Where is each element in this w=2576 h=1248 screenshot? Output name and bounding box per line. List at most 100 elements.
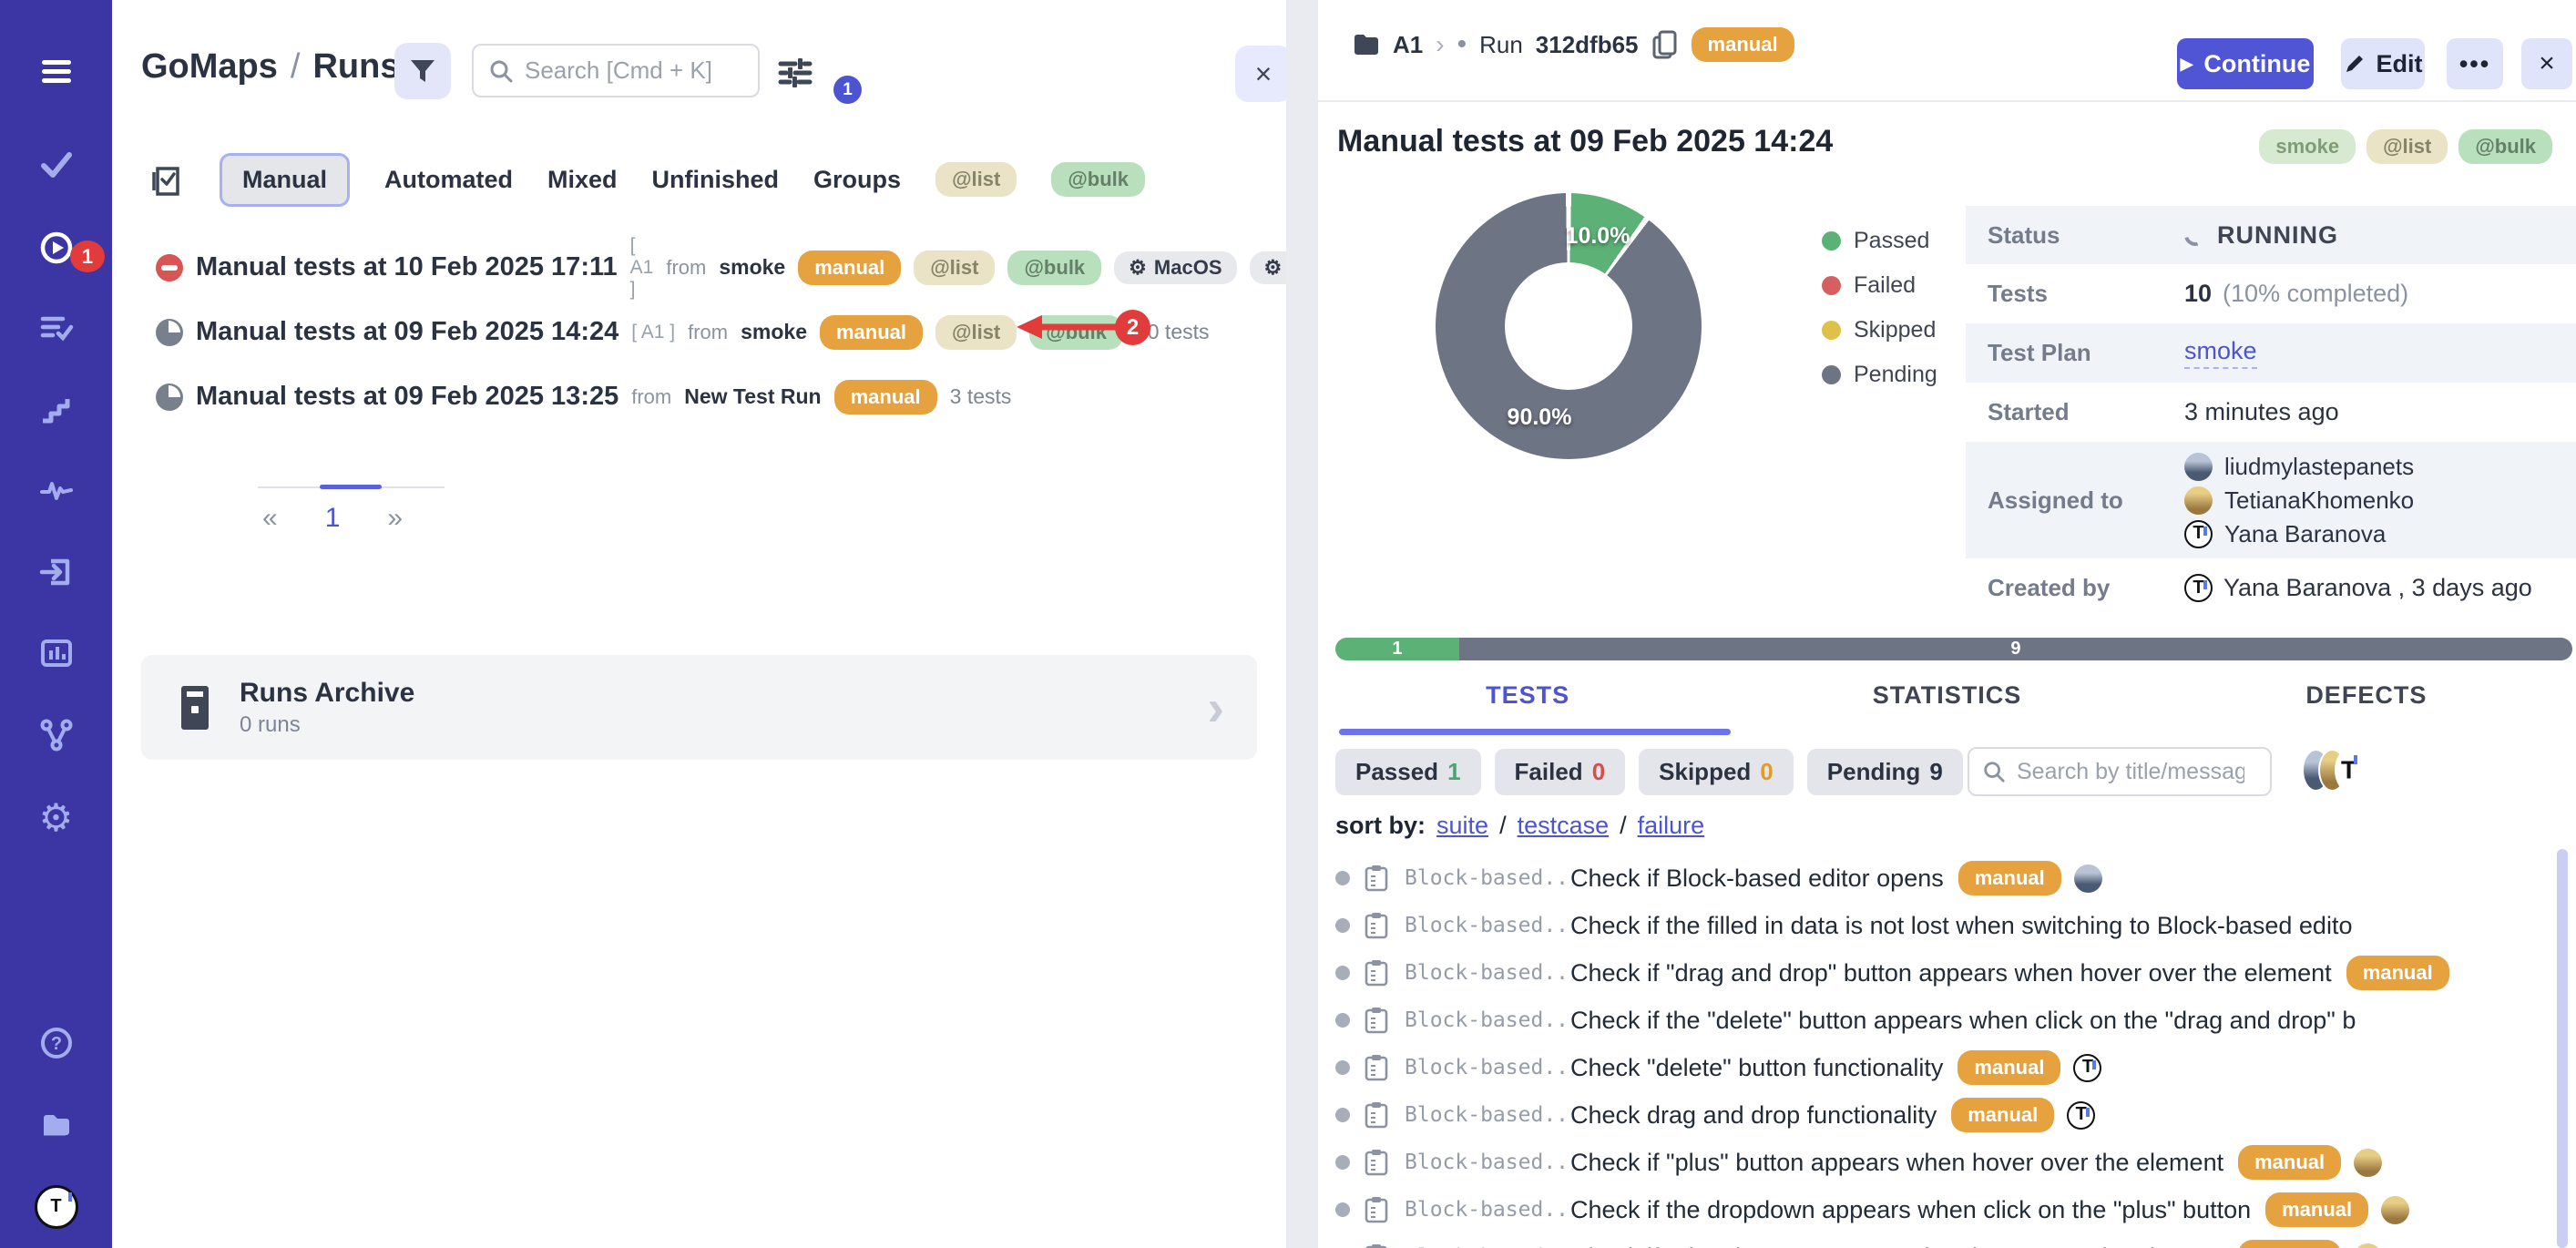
created-value: Yana Baranova , 3 days ago (2223, 574, 2532, 602)
run-label: Run (1479, 31, 1523, 59)
run-type-badge: manual (820, 315, 923, 350)
test-row[interactable]: Block-based... Check if the dropdown app… (1318, 1186, 2557, 1233)
search-input[interactable] (525, 56, 734, 85)
filter-pending-button[interactable]: Pending9 (1807, 749, 1963, 795)
test-row[interactable]: Block-based... Check drag and drop funct… (1318, 1091, 2557, 1139)
milestones-icon[interactable] (36, 389, 77, 429)
test-row[interactable]: Block-based... Check if Block-based edit… (1318, 854, 2557, 902)
clipboard-icon (1365, 1054, 1390, 1081)
spinner-icon (2181, 220, 2211, 251)
run-title-badges: smoke @list @bulk (2259, 129, 2552, 164)
copy-icon[interactable] (1651, 29, 1679, 60)
test-plans-icon[interactable] (36, 308, 77, 348)
runs-archive-card[interactable]: Runs Archive 0 runs › (141, 655, 1257, 760)
checklist-icon[interactable] (148, 161, 185, 198)
filter-skipped-button[interactable]: Skipped0 (1639, 749, 1794, 795)
clipboard-icon (1365, 959, 1390, 987)
sort-by-failure-link[interactable]: failure (1638, 812, 1705, 840)
filter-button[interactable]: 1 (394, 43, 451, 99)
status-bullet-icon (1335, 1155, 1350, 1170)
test-suite-label: Block-based... (1405, 1056, 1570, 1079)
tab-manual[interactable]: Manual (220, 153, 350, 207)
tab-automated[interactable]: Automated (384, 166, 513, 194)
test-row[interactable]: Block-based... Check if "drag and drop" … (1318, 949, 2557, 997)
run-stopped-icon (156, 254, 183, 281)
test-row[interactable]: Block-based... Check if the "delete" but… (1318, 997, 2557, 1044)
help-icon[interactable]: ? (36, 1023, 77, 1063)
breadcrumb-project[interactable]: GoMaps (141, 47, 278, 87)
run-tag-bulk: @bulk (1007, 251, 1101, 285)
tab-defects[interactable]: DEFECTS (2157, 681, 2576, 710)
app-logo-avatar[interactable] (35, 1185, 78, 1229)
test-suite-label: Block-based... (1405, 866, 1570, 890)
run-row[interactable]: Manual tests at 09 Feb 2025 13:25 from N… (156, 364, 1376, 429)
avatar (2067, 1101, 2095, 1130)
tag-filter-list[interactable]: @list (935, 162, 1017, 197)
continue-button[interactable]: ▶ Continue (2177, 38, 2314, 89)
panel-close-button[interactable]: × (1235, 46, 1292, 102)
breadcrumb-page: Runs (312, 47, 399, 87)
folder-icon[interactable] (36, 1105, 77, 1145)
run-source: smoke (719, 255, 785, 280)
active-tab-underline (1339, 729, 1731, 735)
tab-statistics[interactable]: STATISTICS (1737, 681, 2156, 710)
donut-pending-label: 90.0% (1489, 404, 1590, 431)
assignee-avatar-stack[interactable] (2302, 749, 2363, 792)
clipboard-icon (1365, 1196, 1390, 1223)
more-actions-button[interactable]: ••• (2447, 38, 2503, 89)
pagination-next[interactable]: » (387, 503, 403, 534)
tab-unfinished[interactable]: Unfinished (652, 166, 780, 194)
filter-failed-button[interactable]: Failed0 (1495, 749, 1626, 795)
breadcrumb-separator: / (291, 47, 301, 87)
run-detail-panel: A1 › • Run 312dfb65 manual ▶ Continue Ed… (1318, 0, 2576, 1248)
view-settings-icon[interactable] (775, 53, 815, 93)
run-row[interactable]: Manual tests at 10 Feb 2025 17:11 [ A1 ]… (156, 235, 1376, 300)
tag-filter-bulk[interactable]: @bulk (1051, 162, 1145, 197)
activity-icon[interactable] (36, 470, 77, 510)
test-row[interactable]: Block-based... Check "delete" button fun… (1318, 1044, 2557, 1091)
legend-failed: Failed (1854, 272, 1916, 299)
tests-search-input[interactable] (2017, 759, 2244, 785)
detail-row-created: Created by Yana Baranova , 3 days ago (1966, 558, 2576, 618)
menu-icon[interactable] (36, 51, 77, 91)
settings-icon[interactable]: ⚙ (36, 797, 77, 837)
assignee-name: liudmylastepanets (2224, 453, 2414, 481)
run-row[interactable]: Manual tests at 09 Feb 2025 14:24 [ A1 ]… (156, 300, 1376, 364)
run-test-count: 3 tests (950, 384, 1012, 409)
pagination-prev[interactable]: « (262, 503, 278, 534)
breadcrumb-suite[interactable]: A1 (1393, 31, 1423, 59)
play-icon: ▶ (2181, 55, 2193, 74)
sort-controls: sort by: suite / testcase / failure (1335, 812, 1704, 840)
test-title: Check if "drag and drop" button appears … (1570, 959, 2332, 987)
chevron-right-icon: › (1207, 678, 1224, 737)
tests-icon[interactable] (36, 144, 77, 184)
reports-icon[interactable] (36, 633, 77, 673)
legend-pending: Pending (1854, 362, 1937, 388)
test-row[interactable]: Block-based... Check if the filled in da… (1318, 902, 2557, 949)
funnel-icon (407, 56, 438, 87)
sort-by-testcase-link[interactable]: testcase (1518, 812, 1610, 840)
run-env-macos: ⚙MacOS (1114, 251, 1236, 284)
test-row[interactable]: Block-based... Check if "plus" button ap… (1318, 1233, 2557, 1248)
integrations-icon[interactable] (36, 715, 77, 755)
tab-groups[interactable]: Groups (813, 166, 901, 194)
test-plan-link[interactable]: smoke (2184, 337, 2257, 369)
test-title: Check if "plus" button appears when hove… (1570, 1243, 2223, 1248)
close-run-button[interactable]: × (2521, 38, 2572, 89)
tab-tests[interactable]: TESTS (1318, 681, 1737, 710)
tab-mixed[interactable]: Mixed (547, 166, 618, 194)
sort-by-suite-link[interactable]: suite (1436, 812, 1488, 840)
panel-divider (1286, 0, 1318, 1248)
test-row[interactable]: Block-based... Check if "plus" button ap… (1318, 1139, 2557, 1186)
pagination-page-1[interactable]: 1 (325, 503, 341, 534)
filter-passed-button[interactable]: Passed1 (1335, 749, 1481, 795)
run-details-table: Status RUNNING Tests 10(10% completed) T… (1966, 206, 2576, 618)
run-title: Manual tests at 10 Feb 2025 17:11 (196, 252, 618, 282)
runs-icon[interactable] (36, 228, 77, 268)
import-icon[interactable] (36, 552, 77, 592)
tests-scrollbar[interactable] (2557, 849, 2568, 1248)
avatar (2335, 749, 2363, 792)
edit-button[interactable]: Edit (2341, 38, 2425, 89)
run-type-badge: manual (1692, 27, 1794, 62)
detail-row-tests: Tests 10(10% completed) (1966, 264, 2576, 323)
